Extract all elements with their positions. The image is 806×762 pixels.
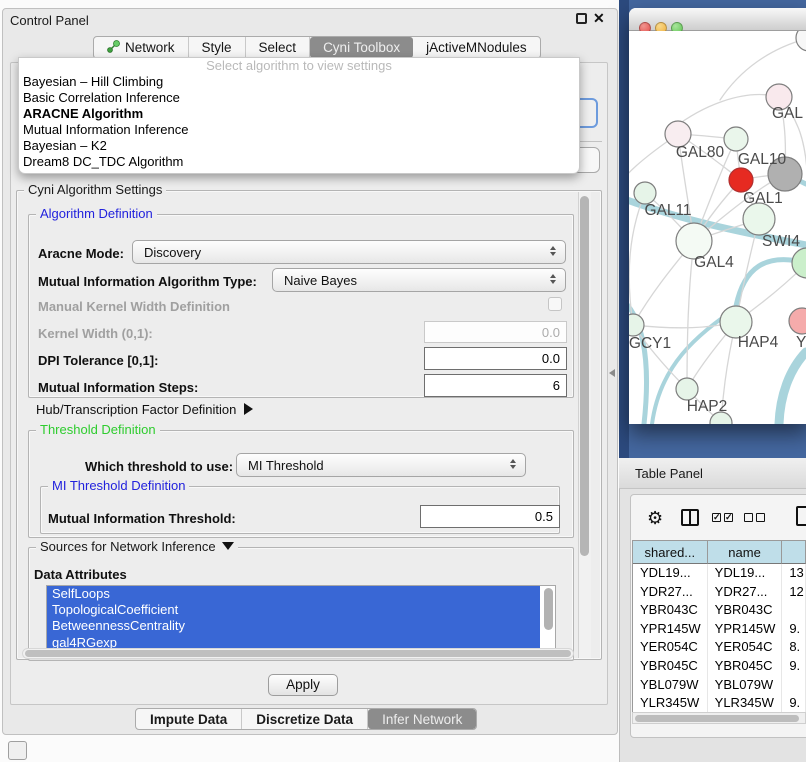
manual-kernel-width-label: Manual Kernel Width Definition xyxy=(38,299,230,314)
screen: GALGAL80GAL10GAL1GAL11SWI4GAL4GCY1HAP4YH… xyxy=(0,0,806,762)
which-threshold-value: MI Threshold xyxy=(248,458,324,473)
float-panel-icon[interactable] xyxy=(576,13,587,24)
expanded-arrow-icon xyxy=(222,542,234,550)
algorithm-option-aracne-algorithm[interactable]: ARACNE Algorithm xyxy=(19,106,579,122)
control-panel-layer: Control Panel ✕ Network Style Select Cyni T… xyxy=(0,0,806,762)
hub-definition-label: Hub/Transcription Factor Definition xyxy=(36,402,236,417)
tab-label: Cyni Toolbox xyxy=(323,40,400,55)
which-threshold-label: Which threshold to use: xyxy=(85,459,233,474)
tab-bar: Network Style Select Cyni Toolbox jActiveMNo… xyxy=(93,36,541,59)
bottom-tab-bar: Impute DataDiscretize DataInfer Network xyxy=(135,708,477,730)
tab-label: Network xyxy=(125,40,175,55)
attributes-list-scrollbar-thumb[interactable] xyxy=(544,588,553,630)
tab-label: jActiveMNodules xyxy=(426,40,527,55)
algorithm-dropdown-popup: Select algorithm to view settings Bayesi… xyxy=(18,57,580,174)
tab-cyni-toolbox[interactable]: Cyni Toolbox xyxy=(310,37,413,58)
settings-horizontal-scrollbar-thumb[interactable] xyxy=(25,650,571,657)
control-panel-title: Control Panel xyxy=(10,13,89,28)
mi-threshold-definition-title: MI Threshold Definition xyxy=(48,479,189,493)
algorithm-option-bayesian-hill-climbing[interactable]: Bayesian – Hill Climbing xyxy=(19,74,579,90)
mi-algorithm-type-combobox[interactable]: Naive Bayes xyxy=(272,268,566,292)
algorithm-option-basic-correlation-inference[interactable]: Basic Correlation Inference xyxy=(19,90,579,106)
kernel-width-label: Kernel Width (0,1): xyxy=(38,326,153,341)
combo-spinner-icon xyxy=(550,274,556,284)
minimized-panel-icon[interactable] xyxy=(8,741,27,760)
splitter-collapse-icon[interactable] xyxy=(609,369,615,377)
attribute-item-betweennesscentrality[interactable]: BetweennessCentrality xyxy=(47,618,540,634)
mi-steps-field[interactable]: 6 xyxy=(424,374,567,397)
tab-select[interactable]: Select xyxy=(246,37,311,58)
tab-network[interactable]: Network xyxy=(94,37,189,58)
aracne-mode-label: Aracne Mode: xyxy=(38,246,124,261)
algorithm-option-dream8-dc-tdc-algorithm[interactable]: Dream8 DC_TDC Algorithm xyxy=(19,154,579,170)
which-threshold-combobox[interactable]: MI Threshold xyxy=(236,453,526,477)
settings-vertical-scrollbar-thumb[interactable] xyxy=(580,196,589,556)
data-attributes-list[interactable]: SelfLoopsTopologicalCoefficientBetweenne… xyxy=(46,585,556,650)
data-attributes-items: SelfLoopsTopologicalCoefficientBetweenne… xyxy=(47,586,555,650)
close-panel-icon[interactable]: ✕ xyxy=(593,10,605,27)
tab-style[interactable]: Style xyxy=(189,37,246,58)
mi-threshold-field[interactable]: 0.5 xyxy=(420,505,560,528)
tab-label: Select xyxy=(259,40,297,55)
network-icon xyxy=(107,40,120,56)
settings-horizontal-scrollbar[interactable] xyxy=(22,648,574,659)
algorithm-option-bayesian-k2[interactable]: Bayesian – K2 xyxy=(19,138,579,154)
threshold-definition-title: Threshold Definition xyxy=(36,423,160,437)
dpi-tolerance-field[interactable]: 0.0 xyxy=(424,347,567,370)
kernel-width-field[interactable]: 0.0 xyxy=(424,321,567,343)
algorithm-dropdown-prompt: Select algorithm to view settings xyxy=(19,58,579,74)
bottom-tab-infer-network[interactable]: Infer Network xyxy=(368,709,476,729)
mi-algorithm-type-value: Naive Bayes xyxy=(284,273,357,288)
aracne-mode-value: Discovery xyxy=(144,245,201,260)
combo-spinner-icon xyxy=(550,246,556,256)
tab-jactivemnodules[interactable]: jActiveMNodules xyxy=(413,37,540,58)
collapsed-arrow-icon xyxy=(244,403,253,415)
algorithm-option-list: Bayesian – Hill ClimbingBasic Correlatio… xyxy=(19,74,579,170)
mi-steps-label: Mutual Information Steps: xyxy=(38,380,198,395)
hub-definition-toggle[interactable]: Hub/Transcription Factor Definition xyxy=(36,402,253,417)
bottom-tab-impute-data[interactable]: Impute Data xyxy=(136,709,242,729)
combo-spinner-icon xyxy=(510,459,516,469)
aracne-mode-combobox[interactable]: Discovery xyxy=(132,240,566,264)
attribute-item-selfloops[interactable]: SelfLoops xyxy=(47,586,540,602)
sources-title[interactable]: Sources for Network Inference xyxy=(36,540,238,554)
mi-threshold-label: Mutual Information Threshold: xyxy=(48,511,236,526)
cyni-algorithm-settings-title: Cyni Algorithm Settings xyxy=(24,183,166,197)
manual-kernel-width-checkbox[interactable] xyxy=(548,297,562,311)
tab-label: Style xyxy=(202,40,232,55)
algorithm-definition-title: Algorithm Definition xyxy=(36,207,157,221)
apply-button[interactable]: Apply xyxy=(268,674,338,696)
data-attributes-label: Data Attributes xyxy=(34,567,127,582)
attribute-item-topologicalcoefficient[interactable]: TopologicalCoefficient xyxy=(47,602,540,618)
bottom-tab-discretize-data[interactable]: Discretize Data xyxy=(242,709,368,729)
algorithm-option-mutual-information-inference[interactable]: Mutual Information Inference xyxy=(19,122,579,138)
dpi-tolerance-label: DPI Tolerance [0,1]: xyxy=(38,353,158,368)
attributes-list-scrollbar[interactable] xyxy=(543,588,554,648)
sources-title-label: Sources for Network Inference xyxy=(40,539,216,554)
mi-algorithm-type-label: Mutual Information Algorithm Type: xyxy=(38,274,257,289)
